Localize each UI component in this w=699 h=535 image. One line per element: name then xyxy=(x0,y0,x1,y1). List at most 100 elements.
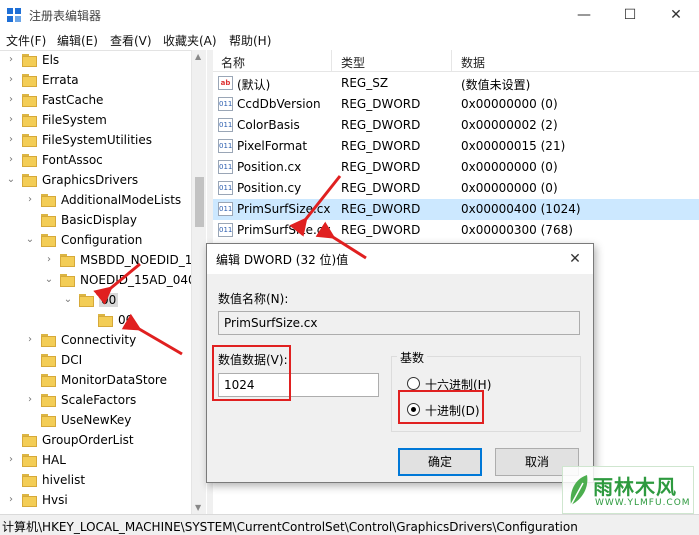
cell-data: 0x00000002 (2) xyxy=(461,118,558,132)
cell-type: REG_SZ xyxy=(341,76,389,90)
chevron-right-icon[interactable]: › xyxy=(25,394,35,405)
tree-item[interactable]: › FontAssoc xyxy=(0,151,190,171)
folder-icon xyxy=(41,394,56,408)
chevron-down-icon[interactable]: ⌄ xyxy=(63,294,73,305)
chevron-right-icon[interactable]: › xyxy=(6,454,16,465)
folder-icon xyxy=(22,94,37,108)
tree-item[interactable]: ⌄ GraphicsDrivers xyxy=(0,171,190,191)
tree-item[interactable]: › Els xyxy=(0,51,190,71)
column-header-type[interactable]: 类型 xyxy=(341,54,365,71)
tree-item[interactable]: MonitorDataStore xyxy=(0,371,190,391)
menu-favorites[interactable]: 收藏夹(A) xyxy=(163,32,217,49)
tree-item-label: ScaleFactors xyxy=(61,393,137,407)
tree-scrollbar[interactable]: ▲ ▼ xyxy=(191,50,206,514)
tree-item-label: Hvsi xyxy=(42,493,68,507)
table-row[interactable]: 011 PrimSurfSize.cx REG_DWORD 0x00000400 (1… xyxy=(213,199,699,220)
column-header-name[interactable]: 名称 xyxy=(221,54,245,71)
column-header-data[interactable]: 数据 xyxy=(461,54,485,71)
tree-item-label: AdditionalModeLists xyxy=(61,193,182,207)
scroll-thumb[interactable] xyxy=(195,177,204,227)
registry-key-tree[interactable]: › Els › Errata › FastCache › FileSystem › FileSys… xyxy=(0,50,206,514)
binary-value-icon: 011 xyxy=(218,97,233,111)
tree-item[interactable]: › FileSystem xyxy=(0,111,190,131)
tree-item[interactable]: › Errata xyxy=(0,71,190,91)
tree-item[interactable]: › ScaleFactors xyxy=(0,391,190,411)
table-row[interactable]: 011 PixelFormat REG_DWORD 0x00000015 (21) xyxy=(213,136,699,157)
tree-item[interactable]: GroupOrderList xyxy=(0,431,190,451)
tree-item-label: Configuration xyxy=(61,233,143,247)
chevron-right-icon[interactable]: › xyxy=(6,74,16,85)
chevron-right-icon[interactable]: › xyxy=(25,194,35,205)
tree-item[interactable]: › AdditionalModeLists xyxy=(0,191,190,211)
menu-help[interactable]: 帮助(H) xyxy=(229,32,271,49)
tree-item[interactable]: › FileSystemUtilities xyxy=(0,131,190,151)
table-row[interactable]: ab (默认) REG_SZ (数值未设置) xyxy=(213,73,699,94)
chevron-right-icon[interactable]: › xyxy=(6,54,16,65)
tree-item-label: FileSystemUtilities xyxy=(42,133,152,147)
chevron-down-icon[interactable]: ⌄ xyxy=(6,174,16,185)
tree-item[interactable]: › MSBDD_NOEDID_1 xyxy=(0,251,192,271)
tree-item-label: Els xyxy=(42,53,60,67)
scroll-down-icon[interactable]: ▼ xyxy=(195,503,201,512)
table-row[interactable]: 011 ColorBasis REG_DWORD 0x00000002 (2) xyxy=(213,115,699,136)
cell-data: 0x00000300 (768) xyxy=(461,223,573,237)
menu-file[interactable]: 文件(F) xyxy=(6,32,46,49)
binary-value-icon: 011 xyxy=(218,223,233,237)
folder-icon xyxy=(22,434,37,448)
dialog-close-icon[interactable]: ✕ xyxy=(563,247,587,271)
menu-bar: 文件(F) 编辑(E) 查看(V) 收藏夹(A) 帮助(H) xyxy=(0,30,699,50)
cell-name: PrimSurfSize.cx xyxy=(237,202,331,216)
leaf-icon xyxy=(570,475,588,506)
tree-item[interactable]: ⌄ NOEDID_15AD_040 xyxy=(0,271,196,291)
chevron-right-icon[interactable]: › xyxy=(25,334,35,345)
tree-item[interactable]: hivelist xyxy=(0,471,190,491)
tree-item[interactable]: › FastCache xyxy=(0,91,190,111)
menu-view[interactable]: 查看(V) xyxy=(110,32,152,49)
tree-item-label: GraphicsDrivers xyxy=(42,173,139,187)
maximize-button[interactable]: ☐ xyxy=(607,0,653,30)
chevron-right-icon[interactable]: › xyxy=(6,154,16,165)
annotation-box-value-data xyxy=(212,345,291,401)
binary-value-icon: 011 xyxy=(218,202,233,216)
tree-item[interactable]: BasicDisplay xyxy=(0,211,190,231)
folder-icon xyxy=(22,114,37,128)
tree-item[interactable]: ⌄ 00 xyxy=(0,291,190,311)
chevron-right-icon[interactable]: › xyxy=(6,94,16,105)
chevron-right-icon[interactable]: › xyxy=(44,254,54,265)
tree-item-label: MonitorDataStore xyxy=(61,373,167,387)
value-name-field[interactable]: PrimSurfSize.cx xyxy=(218,311,580,335)
chevron-right-icon[interactable]: › xyxy=(6,114,16,125)
close-button[interactable]: ✕ xyxy=(653,0,699,30)
status-bar: 计算机\HKEY_LOCAL_MACHINE\SYSTEM\CurrentCon… xyxy=(0,514,699,535)
regedit-app-icon xyxy=(7,8,21,22)
cell-type: REG_DWORD xyxy=(341,223,421,237)
tree-item[interactable]: › Connectivity xyxy=(0,331,190,351)
folder-icon xyxy=(22,134,37,148)
table-row[interactable]: 011 Position.cx REG_DWORD 0x00000000 (0) xyxy=(213,157,699,178)
chevron-down-icon[interactable]: ⌄ xyxy=(44,274,54,285)
tree-item[interactable]: DCI xyxy=(0,351,190,371)
chevron-right-icon[interactable]: › xyxy=(6,494,16,505)
tree-item[interactable]: UseNewKey xyxy=(0,411,190,431)
tree-item[interactable]: 00 xyxy=(0,311,190,331)
minimize-button[interactable]: — xyxy=(561,0,607,30)
tree-item-label: Errata xyxy=(42,73,79,87)
ok-button[interactable]: 确定 xyxy=(398,448,482,476)
tree-item[interactable]: › HAL xyxy=(0,451,190,471)
cell-data: 0x00000000 (0) xyxy=(461,97,558,111)
folder-icon xyxy=(41,334,56,348)
list-header: 名称 类型 数据 xyxy=(213,50,699,72)
tree-item-label: 00 xyxy=(118,313,134,327)
scroll-up-icon[interactable]: ▲ xyxy=(195,52,201,61)
menu-edit[interactable]: 编辑(E) xyxy=(57,32,98,49)
table-row[interactable]: 011 Position.cy REG_DWORD 0x00000000 (0) xyxy=(213,178,699,199)
table-row[interactable]: 011 CcdDbVersion REG_DWORD 0x00000000 (0) xyxy=(213,94,699,115)
table-row[interactable]: 011 PrimSurfSize.cy REG_DWORD 0x00000300 (7… xyxy=(213,220,699,241)
radio-hex-circle[interactable] xyxy=(407,377,420,390)
title-bar: 注册表编辑器 — ☐ ✕ xyxy=(0,0,699,30)
tree-item[interactable]: › Hvsi xyxy=(0,491,190,511)
chevron-down-icon[interactable]: ⌄ xyxy=(25,234,35,245)
chevron-right-icon[interactable]: › xyxy=(6,134,16,145)
tree-item-label: 00 xyxy=(99,293,119,307)
tree-item[interactable]: ⌄ Configuration xyxy=(0,231,190,251)
